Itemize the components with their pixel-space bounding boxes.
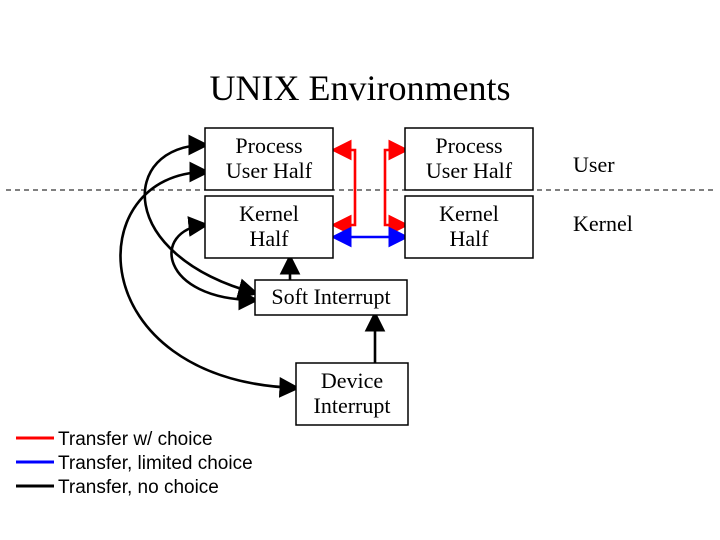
legend-label-black: Transfer, no choice xyxy=(58,477,219,498)
legend-label-red: Transfer w/ choice xyxy=(58,429,213,450)
side-label-user: User xyxy=(573,152,615,177)
page-title: UNIX Environments xyxy=(210,68,511,108)
label-device-interrupt-2: Interrupt xyxy=(314,393,391,418)
label-soft-interrupt: Soft Interrupt xyxy=(271,284,390,309)
label-process-user-half-left-2: User Half xyxy=(226,158,313,183)
arrow-red-right-hook xyxy=(385,150,405,225)
arrow-red-left-hook xyxy=(335,150,355,225)
label-process-user-half-left-1: Process xyxy=(235,133,302,158)
label-device-interrupt-1: Device xyxy=(321,368,383,393)
label-kernel-half-right-2: Half xyxy=(449,226,489,251)
label-kernel-half-left-1: Kernel xyxy=(239,201,299,226)
legend-label-blue: Transfer, limited choice xyxy=(58,453,253,474)
legend: Transfer w/ choice Transfer, limited cho… xyxy=(16,429,253,498)
diagram-canvas: UNIX Environments Process User Half Kern… xyxy=(0,0,720,540)
label-kernel-half-right-1: Kernel xyxy=(439,201,499,226)
side-label-kernel: Kernel xyxy=(573,211,633,236)
label-process-user-half-right-2: User Half xyxy=(426,158,513,183)
label-process-user-half-right-1: Process xyxy=(435,133,502,158)
label-kernel-half-left-2: Half xyxy=(249,226,289,251)
